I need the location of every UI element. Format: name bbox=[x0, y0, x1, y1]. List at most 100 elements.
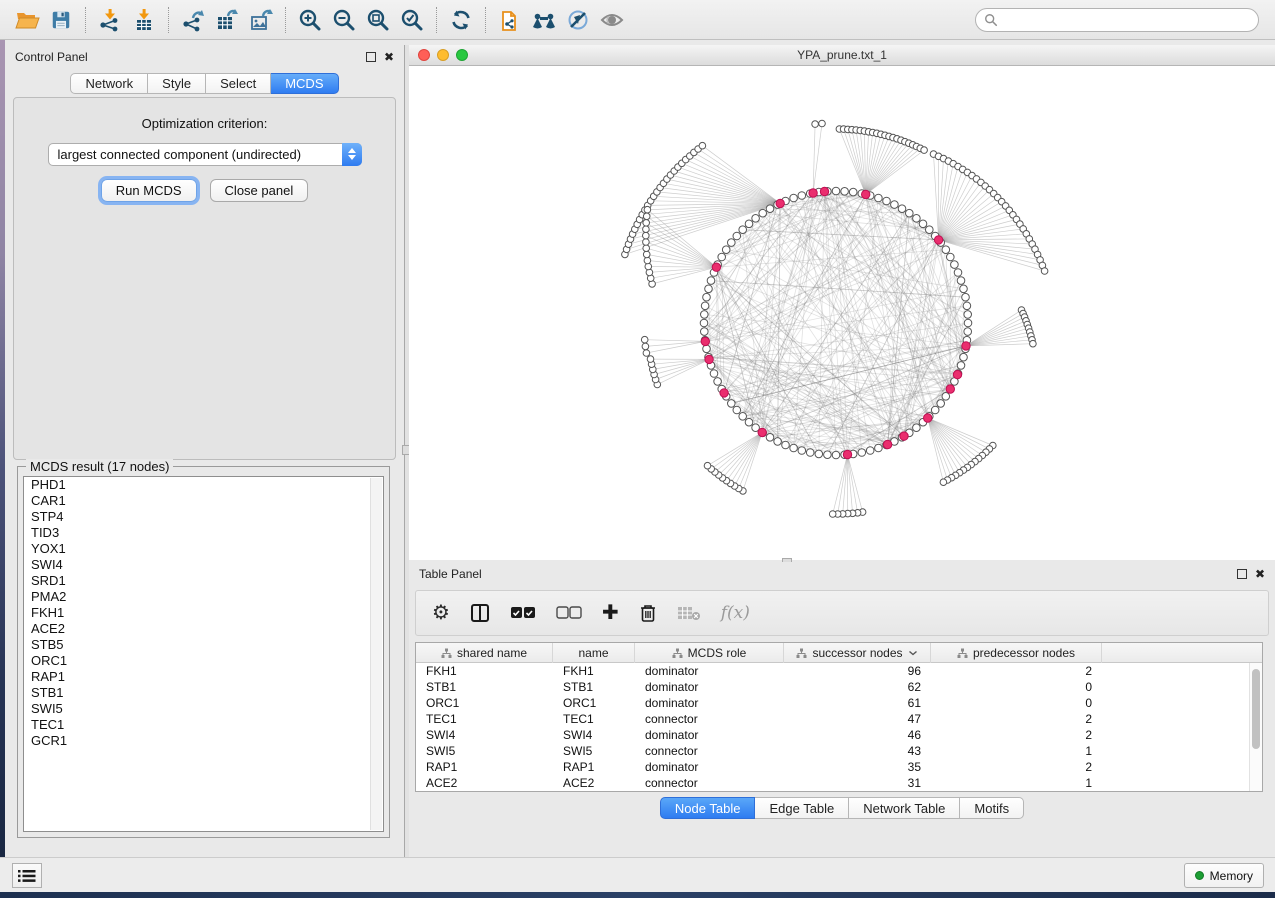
result-item[interactable]: GCR1 bbox=[24, 733, 383, 749]
tab-style[interactable]: Style bbox=[148, 73, 206, 94]
cell-predecessor-nodes[interactable]: 1 bbox=[931, 743, 1102, 759]
table-row[interactable]: TEC1TEC1connector472 bbox=[416, 711, 1262, 727]
cell-name[interactable]: ACE2 bbox=[553, 775, 635, 791]
zoom-selected-button[interactable] bbox=[395, 4, 429, 36]
tab-network-table[interactable]: Network Table bbox=[849, 797, 960, 819]
select-all-button[interactable] bbox=[510, 601, 536, 625]
network-graph[interactable] bbox=[409, 66, 1275, 560]
column-header-mcds-role[interactable]: MCDS role bbox=[635, 643, 784, 663]
show-graphics-button[interactable] bbox=[595, 4, 629, 36]
delete-column-button[interactable] bbox=[639, 601, 657, 625]
cell-name[interactable]: SWI4 bbox=[553, 727, 635, 743]
delete-table-button[interactable] bbox=[677, 601, 701, 625]
result-item[interactable]: TID3 bbox=[24, 525, 383, 541]
table-row[interactable]: YOX1YOX1connector291 bbox=[416, 791, 1262, 792]
run-mcds-button[interactable]: Run MCDS bbox=[101, 179, 197, 202]
result-item[interactable]: ACE2 bbox=[24, 621, 383, 637]
cell-predecessor-nodes[interactable]: 0 bbox=[931, 695, 1102, 711]
result-item[interactable]: PMA2 bbox=[24, 589, 383, 605]
column-header-shared-name[interactable]: shared name bbox=[416, 643, 553, 663]
cell-predecessor-nodes[interactable]: 1 bbox=[931, 791, 1102, 792]
export-network-button[interactable] bbox=[176, 4, 210, 36]
result-item[interactable]: PHD1 bbox=[24, 477, 383, 493]
result-item[interactable]: YOX1 bbox=[24, 541, 383, 557]
table-row[interactable]: SWI4SWI4dominator462 bbox=[416, 727, 1262, 743]
result-item[interactable]: SWI5 bbox=[24, 701, 383, 717]
cell-predecessor-nodes[interactable]: 2 bbox=[931, 663, 1102, 679]
result-item[interactable]: CAR1 bbox=[24, 493, 383, 509]
cell-successor-nodes[interactable]: 29 bbox=[784, 791, 931, 792]
table-row[interactable]: STB1STB1dominator620 bbox=[416, 679, 1262, 695]
deselect-all-button[interactable] bbox=[556, 601, 582, 625]
table-settings-button[interactable]: ⚙ bbox=[432, 601, 450, 625]
result-item[interactable]: SWI4 bbox=[24, 557, 383, 573]
cell-predecessor-nodes[interactable]: 2 bbox=[931, 711, 1102, 727]
save-button[interactable] bbox=[44, 4, 78, 36]
share-document-button[interactable] bbox=[493, 4, 527, 36]
hide-style-button[interactable] bbox=[561, 4, 595, 36]
close-panel-icon[interactable]: ✖ bbox=[384, 52, 394, 62]
task-history-button[interactable] bbox=[12, 863, 42, 888]
zoom-out-button[interactable] bbox=[327, 4, 361, 36]
close-table-panel-icon[interactable]: ✖ bbox=[1255, 569, 1265, 579]
refresh-button[interactable] bbox=[444, 4, 478, 36]
table-row[interactable]: ACE2ACE2connector311 bbox=[416, 775, 1262, 791]
result-item[interactable]: RAP1 bbox=[24, 669, 383, 685]
cell-predecessor-nodes[interactable]: 2 bbox=[931, 759, 1102, 775]
tab-motifs[interactable]: Motifs bbox=[960, 797, 1024, 819]
result-list-scrollbar[interactable] bbox=[370, 478, 382, 830]
cell-mcds-role[interactable]: connector bbox=[635, 743, 784, 759]
cell-shared-name[interactable]: STB1 bbox=[416, 679, 553, 695]
cell-name[interactable]: RAP1 bbox=[553, 759, 635, 775]
cell-shared-name[interactable]: ORC1 bbox=[416, 695, 553, 711]
cell-successor-nodes[interactable]: 62 bbox=[784, 679, 931, 695]
result-item[interactable]: FKH1 bbox=[24, 605, 383, 621]
result-item[interactable]: SRD1 bbox=[24, 573, 383, 589]
cell-mcds-role[interactable]: connector bbox=[635, 711, 784, 727]
cell-shared-name[interactable]: FKH1 bbox=[416, 663, 553, 679]
show-columns-button[interactable] bbox=[470, 601, 490, 625]
table-row[interactable]: FKH1FKH1dominator962 bbox=[416, 663, 1262, 679]
search-input[interactable] bbox=[998, 13, 1250, 27]
table-row[interactable]: ORC1ORC1dominator610 bbox=[416, 695, 1262, 711]
cell-predecessor-nodes[interactable]: 1 bbox=[931, 775, 1102, 791]
tab-select[interactable]: Select bbox=[206, 73, 271, 94]
cell-shared-name[interactable]: YOX1 bbox=[416, 791, 553, 792]
table-scrollbar-thumb[interactable] bbox=[1252, 669, 1260, 749]
float-table-panel-icon[interactable] bbox=[1237, 569, 1247, 579]
cell-successor-nodes[interactable]: 47 bbox=[784, 711, 931, 727]
cell-successor-nodes[interactable]: 31 bbox=[784, 775, 931, 791]
tab-network[interactable]: Network bbox=[70, 73, 148, 94]
result-item[interactable]: STP4 bbox=[24, 509, 383, 525]
cell-predecessor-nodes[interactable]: 2 bbox=[931, 727, 1102, 743]
cell-shared-name[interactable]: TEC1 bbox=[416, 711, 553, 727]
table-scrollbar[interactable] bbox=[1249, 663, 1262, 791]
cell-mcds-role[interactable]: connector bbox=[635, 775, 784, 791]
apply-function-button[interactable]: f(x) bbox=[721, 601, 750, 625]
export-table-button[interactable] bbox=[210, 4, 244, 36]
result-item[interactable]: STB5 bbox=[24, 637, 383, 653]
tab-node-table[interactable]: Node Table bbox=[660, 797, 756, 819]
network-canvas[interactable] bbox=[409, 66, 1275, 560]
add-column-button[interactable]: ✚ bbox=[602, 601, 619, 625]
close-panel-button[interactable]: Close panel bbox=[210, 179, 309, 202]
result-item[interactable]: STB1 bbox=[24, 685, 383, 701]
table-row[interactable]: RAP1RAP1dominator352 bbox=[416, 759, 1262, 775]
result-item[interactable]: TEC1 bbox=[24, 717, 383, 733]
cell-mcds-role[interactable]: dominator bbox=[635, 759, 784, 775]
cell-mcds-role[interactable]: dominator bbox=[635, 695, 784, 711]
cell-name[interactable]: SWI5 bbox=[553, 743, 635, 759]
import-table-button[interactable] bbox=[127, 4, 161, 36]
cell-shared-name[interactable]: ACE2 bbox=[416, 775, 553, 791]
cell-mcds-role[interactable]: dominator bbox=[635, 727, 784, 743]
cell-name[interactable]: ORC1 bbox=[553, 695, 635, 711]
column-header-name[interactable]: name bbox=[553, 643, 635, 663]
memory-button[interactable]: Memory bbox=[1184, 863, 1264, 888]
cell-successor-nodes[interactable]: 96 bbox=[784, 663, 931, 679]
export-image-button[interactable] bbox=[244, 4, 278, 36]
import-network-button[interactable] bbox=[93, 4, 127, 36]
zoom-in-button[interactable] bbox=[293, 4, 327, 36]
cell-shared-name[interactable]: SWI5 bbox=[416, 743, 553, 759]
column-header-successor-nodes[interactable]: successor nodes bbox=[784, 643, 931, 663]
column-header-predecessor-nodes[interactable]: predecessor nodes bbox=[931, 643, 1102, 663]
